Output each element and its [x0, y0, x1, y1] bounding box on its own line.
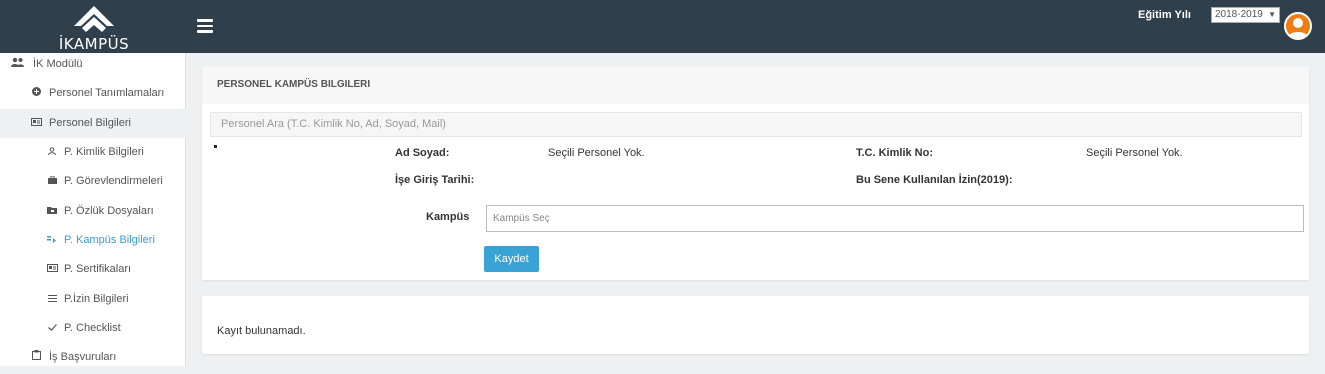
user-icon — [46, 141, 58, 163]
bullet-marker — [214, 145, 217, 148]
sidebar-item-label: P. Kampüs Bilgileri — [64, 234, 155, 246]
chevron-down-icon: ▼ — [1268, 10, 1276, 19]
campus-label: Kampüs — [426, 211, 470, 223]
panel-title: PERSONEL KAMPÜS BILGILERI — [217, 79, 371, 90]
logo[interactable]: İKAMPÜS — [52, 4, 136, 53]
no-records-text: Kayıt bulunamadı. — [217, 325, 306, 337]
name-value: Seçili Personel Yok. — [548, 147, 645, 159]
sidebar-item-label: P. Özlük Dosyaları — [64, 205, 154, 217]
certificate-icon — [46, 258, 58, 280]
logo-mountain-icon — [74, 6, 114, 32]
sidebar-item-label: İş Başvuruları — [49, 351, 117, 363]
sidebar-item-p-kampus-bilgileri[interactable]: P. Kampüs Bilgileri — [0, 229, 186, 257]
start-date-label: İşe Giriş Tarihi: — [395, 174, 475, 186]
education-year-select[interactable]: 2018-2019 ▼ — [1211, 7, 1280, 23]
briefcase-icon — [46, 170, 58, 192]
campus-select[interactable]: Kampüs Seç — [486, 205, 1304, 232]
tc-value: Seçili Personel Yok. — [1086, 147, 1183, 159]
sidebar-item-label: P. Checklist — [64, 322, 121, 334]
sidebar-item-label: P. Kimlik Bilgileri — [64, 146, 144, 158]
education-year-value: 2018-2019 — [1215, 9, 1263, 20]
user-icon — [1288, 18, 1308, 38]
sidebar-item-personel-bilgileri[interactable]: Personel Bilgileri — [0, 109, 186, 138]
sidebar-item-p-ozluk-dosyalari[interactable]: P. Özlük Dosyaları — [0, 200, 186, 228]
sidebar-item-p-checklist[interactable]: P. Checklist — [0, 317, 186, 345]
sidebar: İK Modülü Personel Tanımlamaları Persone… — [0, 53, 186, 366]
check-icon — [46, 317, 58, 339]
sidebar-item-label: P. Görevlendirmeleri — [64, 175, 163, 187]
menu-toggle-icon[interactable] — [197, 19, 213, 33]
sidebar-item-label: Personel Tanımlamaları — [49, 87, 165, 99]
logo-text: İKAMPÜS — [58, 35, 130, 53]
personnel-search-input[interactable]: Personel Ara (T.C. Kimlik No, Ad, Soyad,… — [210, 112, 1302, 137]
sidebar-item-ik-modulu[interactable]: İK Modülü — [0, 53, 186, 81]
sidebar-item-label: İK Modülü — [33, 58, 83, 70]
plus-circle-icon — [30, 82, 42, 104]
panel-header: PERSONEL KAMPÜS BILGILERI — [202, 66, 1309, 104]
users-icon — [11, 53, 24, 75]
education-year-label: Eğitim Yılı — [1138, 9, 1191, 21]
save-button[interactable]: Kaydet — [484, 246, 539, 272]
sidebar-item-p-sertifikalari[interactable]: P. Sertifikaları — [0, 258, 186, 286]
folder-icon — [46, 200, 58, 222]
id-card-icon — [30, 109, 42, 137]
results-panel: Kayıt bulunamadı. — [202, 296, 1309, 354]
sidebar-item-label: Personel Bilgileri — [49, 117, 131, 129]
sidebar-item-p-gorevlendirmeleri[interactable]: P. Görevlendirmeleri — [0, 170, 186, 198]
leave-used-label: Bu Sene Kullanılan İzin(2019): — [856, 174, 1013, 186]
tc-label: T.C. Kimlik No: — [856, 147, 934, 159]
list-icon — [46, 288, 58, 310]
clipboard-icon — [30, 346, 42, 368]
sidebar-item-personel-tanimlamalari[interactable]: Personel Tanımlamaları — [0, 82, 186, 110]
campus-icon — [46, 229, 58, 251]
top-navbar: İKAMPÜS Eğitim Yılı 2018-2019 ▼ — [0, 0, 1325, 53]
sidebar-item-p-izin-bilgileri[interactable]: P.İzin Bilgileri — [0, 288, 186, 316]
sidebar-item-is-basvurulari[interactable]: İş Başvuruları — [0, 346, 186, 374]
sidebar-item-label: P.İzin Bilgileri — [64, 293, 129, 305]
sidebar-item-label: P. Sertifikaları — [64, 263, 132, 275]
user-avatar[interactable] — [1284, 12, 1312, 40]
personnel-campus-panel: PERSONEL KAMPÜS BILGILERI Personel Ara (… — [202, 66, 1309, 280]
sidebar-item-p-kimlik-bilgileri[interactable]: P. Kimlik Bilgileri — [0, 141, 186, 169]
name-label: Ad Soyad: — [395, 147, 450, 159]
